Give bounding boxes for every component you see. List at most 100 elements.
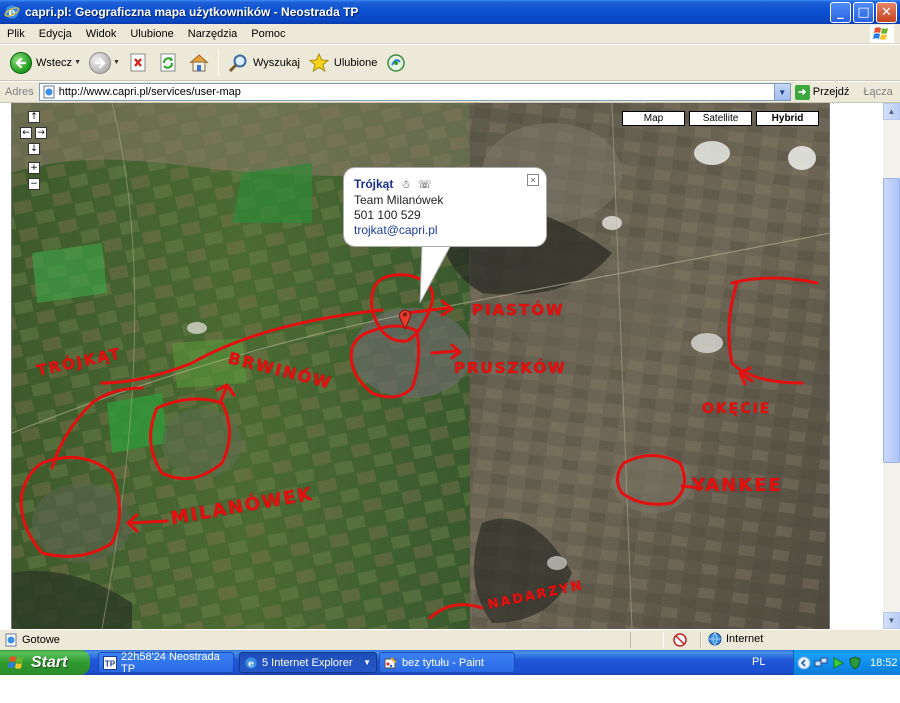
menu-file[interactable]: Plik	[0, 28, 32, 40]
menu-view[interactable]: Widok	[79, 28, 124, 40]
info-window-phone: 501 100 529	[354, 208, 421, 222]
pan-right-button[interactable]: →	[35, 127, 47, 139]
security-zone: Internet	[708, 632, 763, 646]
contact-icon: ☏	[417, 179, 432, 191]
go-label: Przejdź	[812, 86, 850, 98]
globe-icon	[708, 632, 722, 646]
zoom-in-button[interactable]: +	[28, 162, 40, 174]
status-text: Gotowe	[22, 634, 60, 646]
map-type-map-button[interactable]: Map	[622, 111, 685, 126]
maximize-icon: □	[857, 5, 870, 20]
status-zone-divider	[700, 632, 702, 648]
svg-text:e: e	[248, 658, 254, 669]
home-icon	[188, 52, 210, 74]
media-button[interactable]	[381, 48, 411, 78]
links-label[interactable]: Łącza	[863, 86, 892, 98]
language-indicator[interactable]: PL	[752, 656, 765, 668]
start-button[interactable]: Start	[0, 650, 90, 675]
toolbar: Wstecz ▼ ▼ Wyszukaj Ulubione	[0, 45, 900, 81]
map-pin-icon[interactable]	[398, 308, 412, 330]
group-caret-icon: ▼	[363, 658, 371, 667]
blocked-content-icon[interactable]	[673, 633, 687, 647]
internet-explorer-icon: e	[245, 656, 257, 669]
home-button[interactable]	[184, 48, 214, 78]
shield-icon[interactable]	[848, 655, 862, 670]
close-icon: ✕	[881, 5, 892, 20]
zoom-out-button[interactable]: −	[28, 178, 40, 190]
favorites-label: Ulubione	[333, 56, 378, 69]
media-icon	[385, 52, 407, 74]
refresh-button[interactable]	[154, 48, 184, 78]
internet-explorer-icon: e	[4, 5, 20, 19]
annotation-yankee: YANKEE	[692, 475, 783, 496]
address-bar: Adres http://www.capri.pl/services/user-…	[0, 82, 900, 103]
refresh-icon	[158, 52, 180, 74]
clock[interactable]: 18:52	[870, 657, 898, 669]
satellite-map[interactable]: TRÓJKĄT BRWINÓW PIASTÓW PRUSZKÓW OKĘCIE …	[11, 103, 830, 629]
windows-flag-icon	[8, 655, 23, 669]
back-label: Wstecz	[36, 56, 73, 69]
info-window-name[interactable]: Trójkąt	[354, 177, 393, 191]
window-titlebar[interactable]: e capri.pl: Geograficzna mapa użytkownik…	[0, 0, 900, 24]
map-type-satellite-button[interactable]: Satellite	[689, 111, 752, 126]
minimize-button[interactable]: _	[830, 2, 851, 23]
page-content: TRÓJKĄT BRWINÓW PIASTÓW PRUSZKÓW OKĘCIE …	[0, 103, 900, 629]
taskbar-label-paint: bez tytułu - Paint	[402, 656, 484, 669]
maximize-button[interactable]: □	[853, 2, 874, 23]
taskbar-button-neostrada[interactable]: TP 22h58'24 Neostrada TP	[98, 651, 234, 675]
address-input[interactable]: http://www.capri.pl/services/user-map ▼	[38, 83, 791, 101]
taskbar: Start TP 22h58'24 Neostrada TP e 5 Inter…	[0, 650, 900, 675]
pan-up-button[interactable]: ↑	[28, 111, 40, 123]
menu-bar: Plik Edycja Widok Ulubione Narzędzia Pom…	[0, 24, 900, 44]
play-icon[interactable]	[831, 656, 845, 670]
menu-edit[interactable]: Edycja	[32, 28, 79, 40]
vertical-scrollbar[interactable]: ▲ ▼	[883, 103, 900, 629]
pan-left-button[interactable]: ←	[20, 127, 32, 139]
address-label: Adres	[5, 86, 34, 98]
page-done-icon	[5, 633, 17, 647]
annotation-okecie: OKĘCIE	[702, 401, 772, 417]
forward-button[interactable]: ▼	[85, 48, 124, 78]
star-icon	[308, 52, 330, 74]
forward-arrow-icon	[89, 51, 111, 74]
address-url: http://www.capri.pl/services/user-map	[58, 86, 241, 98]
tp-app-icon: TP	[103, 655, 117, 670]
menu-tools[interactable]: Narzędzia	[181, 28, 245, 40]
info-window-close-button[interactable]: ×	[527, 174, 539, 186]
go-button[interactable]: ➜ Przejdź	[794, 84, 850, 100]
search-button[interactable]: Wyszukaj	[223, 48, 304, 78]
back-button[interactable]: Wstecz ▼	[6, 48, 85, 78]
minimize-icon: _	[837, 5, 844, 20]
back-dropdown-icon[interactable]: ▼	[74, 59, 81, 66]
info-window-tail	[419, 243, 453, 304]
scroll-up-button[interactable]: ▲	[883, 103, 900, 120]
pan-down-button[interactable]: ↓	[28, 143, 40, 155]
map-type-hybrid-button[interactable]: Hybrid	[756, 111, 819, 126]
scroll-down-button[interactable]: ▼	[883, 612, 900, 629]
address-dropdown-icon[interactable]: ▼	[773, 84, 790, 100]
annotation-piastow: PIASTÓW	[472, 301, 565, 319]
back-arrow-icon	[10, 51, 32, 74]
annotation-pruszkow: PRUSZKÓW	[454, 359, 567, 377]
taskbar-button-ie-group[interactable]: e 5 Internet Explorer ▼	[239, 652, 377, 673]
zone-label: Internet	[726, 633, 764, 645]
info-window: Trójkąt ☃ ☏ Team Milanówek 501 100 529 t…	[343, 167, 547, 247]
stop-button[interactable]	[124, 48, 154, 78]
forward-dropdown-icon[interactable]: ▼	[113, 59, 120, 66]
status-bar: Gotowe Internet	[0, 629, 900, 650]
system-tray: 18:52	[793, 650, 900, 675]
menu-favorites[interactable]: Ulubione	[123, 28, 180, 40]
menu-help[interactable]: Pomoc	[244, 28, 292, 40]
windows-logo-icon	[870, 25, 894, 43]
toolbar-separator	[217, 49, 219, 76]
tray-chevron-icon[interactable]	[797, 656, 811, 670]
info-window-email[interactable]: trojkat@capri.pl	[354, 223, 536, 238]
status-panel-divider	[630, 632, 664, 648]
favorites-button[interactable]: Ulubione	[304, 48, 381, 78]
close-button[interactable]: ✕	[876, 2, 897, 23]
search-icon	[227, 52, 249, 74]
scroll-thumb[interactable]	[883, 178, 900, 463]
search-label: Wyszukaj	[252, 56, 300, 69]
taskbar-button-paint[interactable]: bez tytułu - Paint	[379, 652, 515, 673]
network-icon[interactable]	[814, 656, 828, 670]
